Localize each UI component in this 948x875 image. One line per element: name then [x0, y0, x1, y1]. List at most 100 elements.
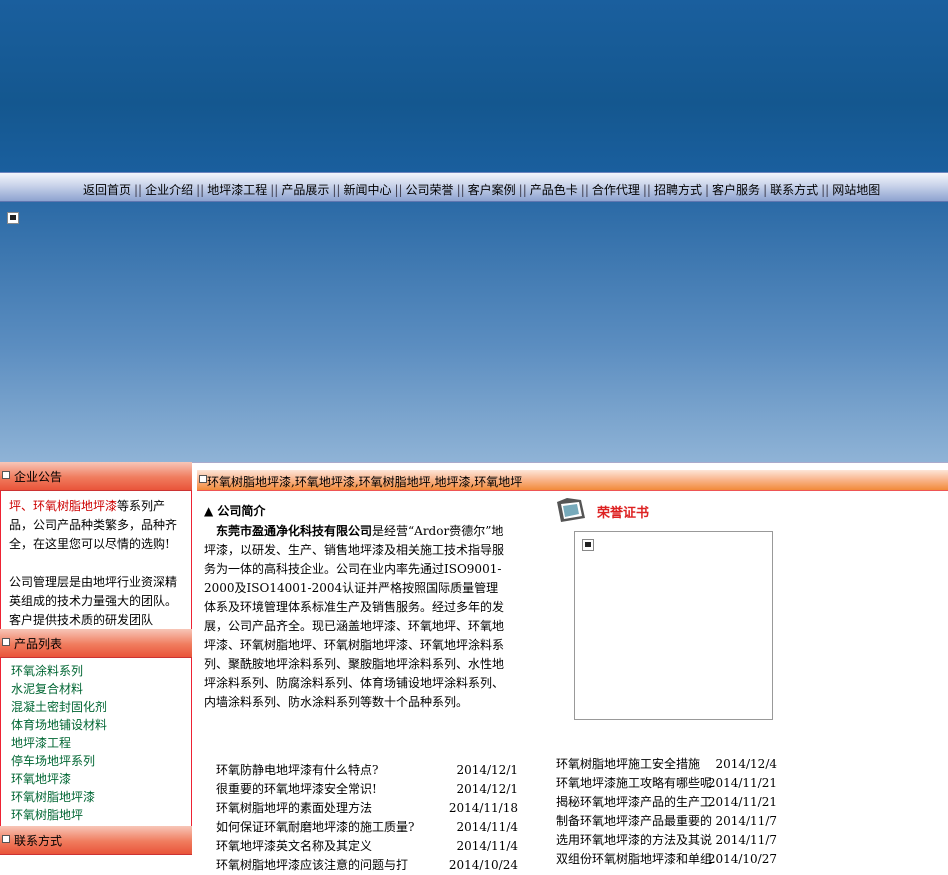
nav-separator: |	[763, 183, 768, 197]
news-date: 2014/11/21	[707, 795, 777, 809]
products-header: 产品列表	[0, 629, 192, 658]
nav-colorcard[interactable]: 产品色卡	[530, 183, 578, 197]
nav-items: 返回首页 || 企业介绍 || 地坪漆工程 || 产品展示 || 新闻中心 || 公司荣誉 || 客户案…	[83, 181, 880, 198]
news-title[interactable]: 揭秘环氧地坪漆产品的生产工	[556, 793, 712, 812]
nav-honors[interactable]: 公司荣誉	[406, 183, 454, 197]
notice-title: 企业公告	[14, 470, 63, 484]
news-title[interactable]: 制备环氧地坪漆产品最重要的	[556, 812, 712, 831]
nav-separator: ||	[134, 183, 143, 197]
notice-link[interactable]: 坪、环氧树脂地坪漆	[9, 499, 117, 513]
nav-separator: |	[705, 183, 710, 197]
notice-marquee: 坪、环氧树脂地坪漆等系列产品，公司产品种类繁多，品种齐全，在这里您可以尽情的选购…	[0, 491, 192, 629]
nav-service[interactable]: 客户服务	[712, 183, 760, 197]
product-item[interactable]: 环氧地坪漆	[11, 770, 191, 788]
news-row[interactable]: 揭秘环氧地坪漆产品的生产工 2014/11/21	[556, 793, 777, 812]
news-title[interactable]: 选用环氧地坪漆的方法及其说	[556, 831, 712, 850]
product-item[interactable]: 停车场地坪系列	[11, 752, 191, 770]
news-row[interactable]: 环氧地坪漆英文名称及其定义 2014/11/4	[216, 837, 518, 856]
nav-separator: ||	[642, 183, 651, 197]
notice-paragraph-2: 公司管理层是由地坪行业资深精英组成的技术力量强大的团队。	[9, 575, 178, 608]
folder-certificate-icon	[557, 498, 585, 522]
news-date: 2014/11/21	[707, 776, 777, 790]
bullet-icon	[2, 638, 10, 646]
company-name: 东莞市盈通净化科技有限公司	[216, 524, 373, 538]
notice-paragraph-3: 客户提供技术质的研发团队	[9, 613, 154, 627]
news-row[interactable]: 环氧树脂地坪漆应该注意的问题与打 2014/10/24	[216, 856, 518, 875]
cert-title: 荣誉证书	[597, 506, 650, 521]
product-item[interactable]: 环氧树脂地坪	[11, 806, 191, 824]
news-title[interactable]: 环氧地坪漆英文名称及其定义	[216, 837, 372, 856]
nav-separator: ||	[580, 183, 589, 197]
news-title[interactable]: 环氧树脂地坪施工安全措施	[556, 755, 700, 774]
product-item[interactable]: 水泥复合材料	[11, 680, 191, 698]
news-date: 2014/11/18	[448, 801, 518, 815]
nav-separator: ||	[456, 183, 465, 197]
main-bar-title: 环氧树脂地坪漆,环氧地坪漆,环氧树脂地坪,地坪漆,环氧地坪	[207, 475, 523, 489]
main-title-bar: 环氧树脂地坪漆,环氧地坪漆,环氧树脂地坪,地坪漆,环氧地坪	[197, 470, 948, 491]
nav-separator: ||	[332, 183, 341, 197]
news-row[interactable]: 环氧地坪漆施工攻略有哪些呢 2014/11/21	[556, 774, 777, 793]
broken-image-icon	[582, 539, 594, 551]
nav-separator: ||	[518, 183, 527, 197]
news-date: 2014/10/24	[448, 858, 518, 872]
nav-contact[interactable]: 联系方式	[770, 183, 818, 197]
bullet-icon	[2, 835, 10, 843]
nav-separator: ||	[394, 183, 403, 197]
news-row[interactable]: 环氧防静电地坪漆有什么特点? 2014/12/1	[216, 761, 518, 780]
news-date: 2014/12/1	[456, 763, 518, 777]
news-date: 2014/10/27	[707, 852, 777, 866]
nav-separator: ||	[270, 183, 279, 197]
intro-heading: ▲ 公司简介	[204, 504, 266, 518]
product-item[interactable]: 混凝土密封固化剂	[11, 698, 191, 716]
news-list-left: 环氧防静电地坪漆有什么特点? 2014/12/1 很重要的环氧地坪漆安全常识! 20…	[216, 761, 518, 875]
news-row[interactable]: 很重要的环氧地坪漆安全常识! 2014/12/1	[216, 780, 518, 799]
product-item[interactable]: 环氧涂料系列	[11, 662, 191, 680]
nav-recruit[interactable]: 招聘方式	[654, 183, 702, 197]
nav-separator: ||	[821, 183, 830, 197]
news-row[interactable]: 环氧树脂地坪的素面处理方法 2014/11/18	[216, 799, 518, 818]
intro-paragraph: 东莞市盈通净化科技有限公司是经营“Ardor赍德尔”地坪漆，以研发、生产、销售地…	[204, 522, 510, 712]
intro-body: 是经营“Ardor赍德尔”地坪漆，以研发、生产、销售地坪漆及相关施工技术指导服务…	[204, 524, 505, 709]
news-title[interactable]: 双组份环氧树脂地坪漆和单组	[556, 850, 712, 869]
news-list-right: 环氧树脂地坪施工安全措施 2014/12/4 环氧地坪漆施工攻略有哪些呢 2014/…	[556, 755, 777, 869]
news-row[interactable]: 双组份环氧树脂地坪漆和单组 2014/10/27	[556, 850, 777, 869]
product-item[interactable]: 环氧树脂地坪漆	[11, 788, 191, 806]
notice-header: 企业公告	[0, 462, 192, 491]
news-title[interactable]: 环氧树脂地坪漆应该注意的问题与打	[216, 856, 408, 875]
contact-header: 联系方式	[0, 826, 192, 855]
product-item[interactable]: 地坪漆工程	[11, 734, 191, 752]
nav-agency[interactable]: 合作代理	[592, 183, 640, 197]
broken-image-icon	[7, 212, 19, 224]
news-date: 2014/11/7	[715, 833, 777, 847]
news-title[interactable]: 环氧树脂地坪的素面处理方法	[216, 799, 372, 818]
flash-banner	[0, 202, 948, 463]
nav-products[interactable]: 产品展示	[281, 183, 329, 197]
news-title[interactable]: 很重要的环氧地坪漆安全常识!	[216, 780, 377, 799]
main-nav: 返回首页 || 企业介绍 || 地坪漆工程 || 产品展示 || 新闻中心 || 公司荣誉 || 客户案…	[0, 172, 948, 202]
news-date: 2014/11/4	[456, 839, 518, 853]
news-row[interactable]: 如何保证环氧耐磨地坪漆的施工质量? 2014/11/4	[216, 818, 518, 837]
news-title[interactable]: 环氧防静电地坪漆有什么特点?	[216, 761, 378, 780]
news-date: 2014/11/4	[456, 820, 518, 834]
product-item[interactable]: 体育场地铺设材料	[11, 716, 191, 734]
bullet-icon	[199, 475, 207, 483]
nav-engineering[interactable]: 地坪漆工程	[207, 183, 267, 197]
news-title[interactable]: 环氧地坪漆施工攻略有哪些呢	[556, 774, 712, 793]
nav-sitemap[interactable]: 网站地图	[832, 183, 880, 197]
nav-news[interactable]: 新闻中心	[343, 183, 391, 197]
header-banner	[0, 0, 948, 172]
news-row[interactable]: 选用环氧地坪漆的方法及其说 2014/11/7	[556, 831, 777, 850]
left-sidebar: 企业公告 坪、环氧树脂地坪漆等系列产品，公司产品种类繁多，品种齐全，在这里您可以…	[0, 462, 192, 862]
contact-title: 联系方式	[14, 834, 63, 848]
bullet-icon	[2, 471, 10, 479]
nav-cases[interactable]: 客户案例	[468, 183, 516, 197]
news-title[interactable]: 如何保证环氧耐磨地坪漆的施工质量?	[216, 818, 414, 837]
product-list: 环氧涂料系列 水泥复合材料 混凝土密封固化剂 体育场地铺设材料 地坪漆工程 停车…	[0, 658, 192, 826]
news-row[interactable]: 制备环氧地坪漆产品最重要的 2014/11/7	[556, 812, 777, 831]
nav-home[interactable]: 返回首页	[83, 183, 131, 197]
news-row[interactable]: 环氧树脂地坪施工安全措施 2014/12/4	[556, 755, 777, 774]
notice-paragraph-1: 坪、环氧树脂地坪漆等系列产品，公司产品种类繁多，品种齐全，在这里您可以尽情的选购…	[9, 497, 183, 554]
nav-about[interactable]: 企业介绍	[145, 183, 193, 197]
nav-separator: ||	[196, 183, 205, 197]
certificate-image-box[interactable]	[574, 531, 773, 720]
